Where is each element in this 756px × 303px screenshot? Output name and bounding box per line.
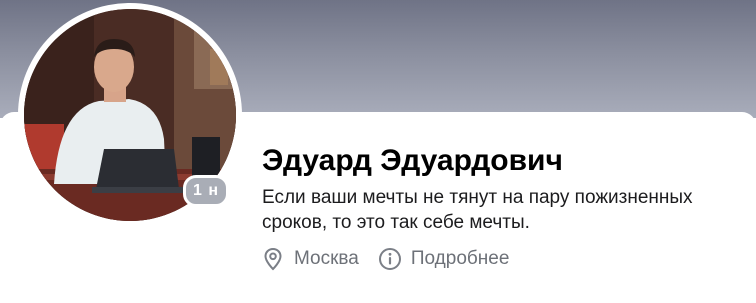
location-label: Москва: [294, 248, 359, 269]
location-pin-icon: [260, 246, 286, 272]
profile-name: Эдуард Эдуардович: [262, 144, 563, 177]
details-label: Подробнее: [410, 248, 510, 269]
profile-meta: Москва Подробнее: [260, 246, 509, 272]
last-seen-badge: 1 н: [183, 175, 230, 207]
details-link[interactable]: Подробнее: [377, 246, 510, 272]
location-link[interactable]: Москва: [260, 246, 359, 272]
info-circle-icon: [377, 246, 403, 272]
profile-status: Если ваши мечты не тянут на пару пожизне…: [262, 187, 693, 233]
